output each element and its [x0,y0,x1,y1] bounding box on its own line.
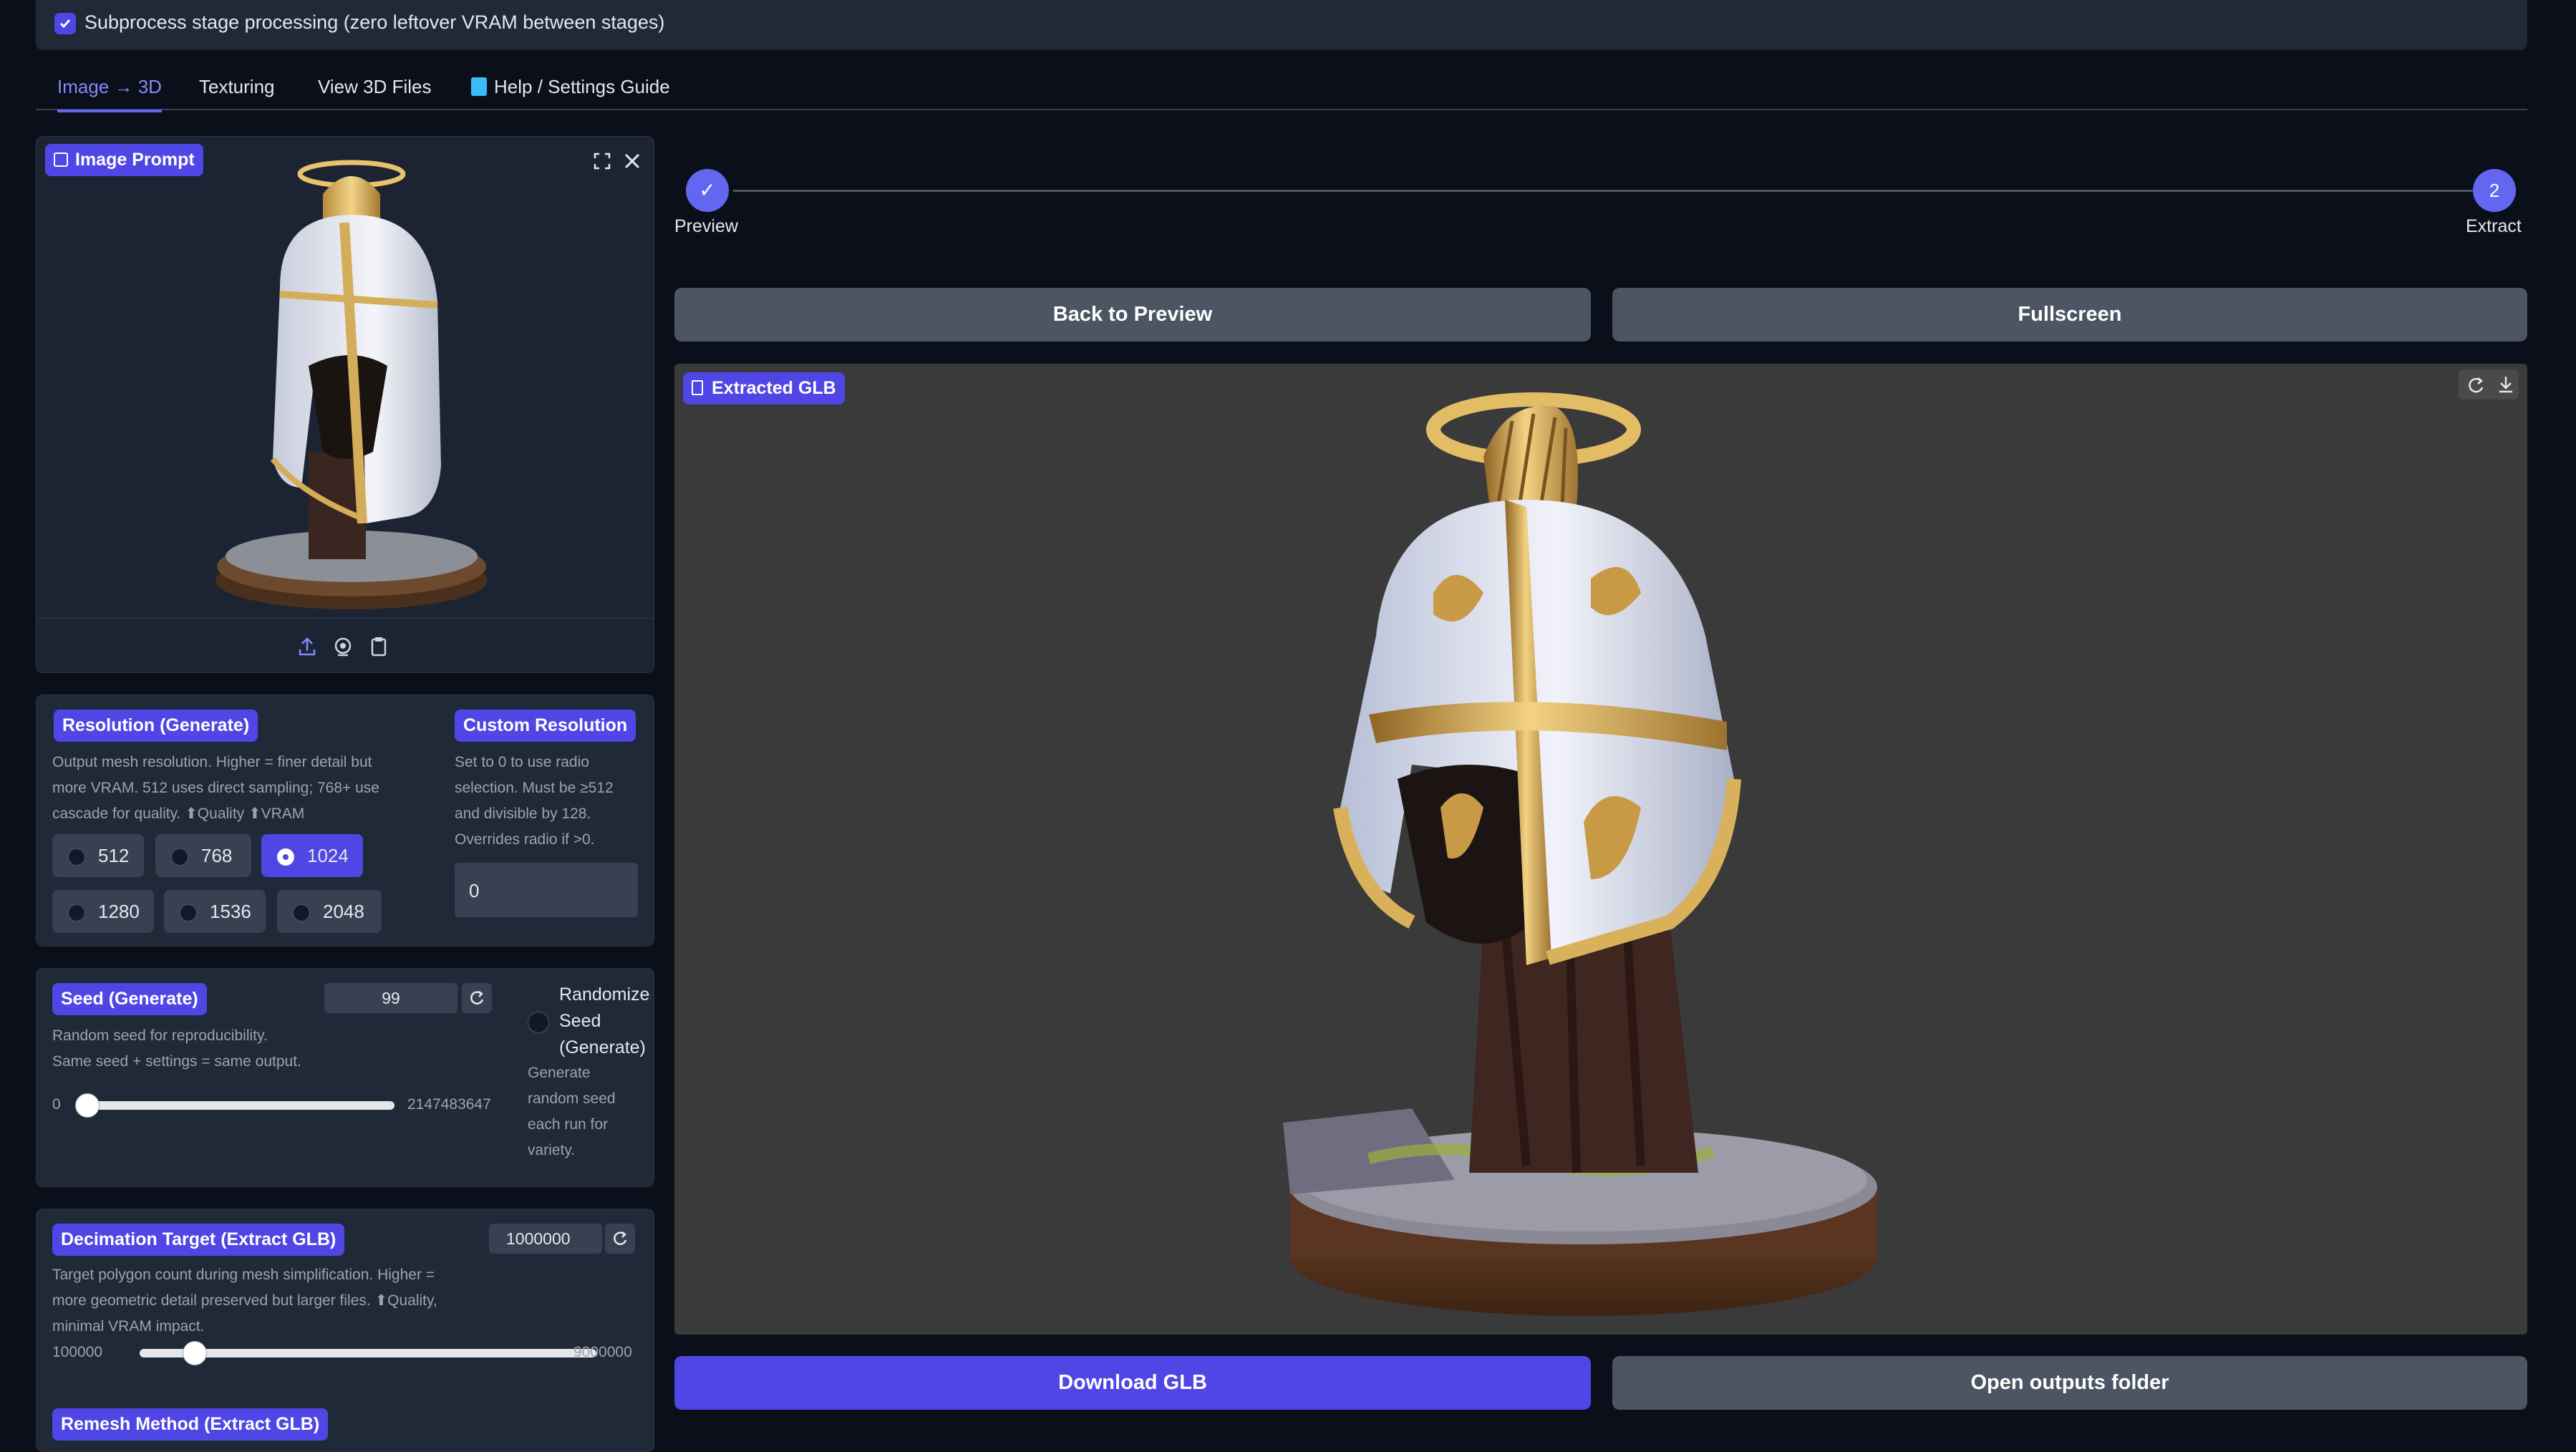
seed-slider-track[interactable] [75,1101,394,1110]
extracted-glb-badge: Extracted GLB [683,372,845,405]
decimation-panel: Decimation Target (Extract GLB) 1000000 … [36,1209,654,1452]
subprocess-checkbox[interactable] [54,13,76,34]
image-prompt-badge: Image Prompt [45,144,203,176]
radio-1280[interactable]: 1280 [52,890,154,933]
randomize-seed-label[interactable]: Randomize Seed (Generate) [559,982,649,1061]
fullscreen-button[interactable]: Fullscreen [1612,288,2527,342]
randomize-seed-description: Generate random seed each run for variety. [528,1065,616,1158]
glb-viewer[interactable]: Extracted GLB [674,364,2527,1335]
step-preview-label: Preview [674,216,738,236]
seed-description: Random seed for reproducibility. Same see… [52,1027,301,1070]
decimation-description: Target polygon count during mesh simplif… [52,1267,437,1335]
decimation-min-label: 100000 [52,1344,103,1360]
close-icon[interactable] [618,147,647,175]
tab-bar: Image → 3D Texturing View 3D Files Help … [36,69,2527,112]
seed-badge: Seed (Generate) [52,983,207,1015]
tab-label: View 3D Files [318,76,432,97]
extracted-glb-label: Extracted GLB [712,378,836,398]
divider [37,618,654,619]
tab-label: Texturing [199,76,275,97]
check-icon [59,19,71,29]
subprocess-bar: Subprocess stage processing (zero leftov… [36,0,2527,50]
resolution-description: Output mesh resolution. Higher = finer d… [52,754,379,822]
seed-input[interactable]: 99 [324,983,457,1013]
step-preview-marker[interactable]: ✓ [686,169,729,212]
reset-icon [614,1231,627,1245]
step-extract-label: Extract [2466,216,2522,236]
webcam-icon[interactable] [329,632,357,661]
image-prompt-label: Image Prompt [75,150,195,170]
image-icon [54,153,68,167]
download-glb-button[interactable]: Download GLB [674,1356,1591,1410]
decimation-max-label: 9000000 [573,1344,632,1360]
seed-max-label: 2147483647 [407,1096,491,1113]
seed-min-label: 0 [52,1096,61,1113]
radio-1024[interactable]: 1024 [261,834,363,877]
reset-icon [470,991,484,1005]
tab-label: Help / Settings Guide [494,76,670,97]
helmet-3d-model [1283,392,1877,1316]
seed-slider-thumb[interactable] [75,1093,100,1118]
step-extract-marker[interactable]: 2 [2473,169,2516,212]
upload-icon[interactable] [293,632,321,661]
book-icon [471,77,487,96]
decimation-badge: Decimation Target (Extract GLB) [52,1224,345,1256]
helmet-image [216,160,488,609]
open-outputs-folder-button[interactable]: Open outputs folder [1612,1356,2527,1410]
image-prompt-panel: Image Prompt [36,136,654,673]
decimation-reset-button[interactable] [605,1224,635,1254]
download-icon[interactable] [2492,370,2520,399]
back-to-preview-button[interactable]: Back to Preview [674,288,1591,342]
tab-label: Image → 3D [57,76,162,97]
tab-image-to-3d[interactable]: Image → 3D [57,76,162,112]
custom-resolution-input[interactable]: 0 [455,863,638,917]
reset-view-icon[interactable] [2461,370,2490,399]
resolution-panel: Resolution (Generate) Output mesh resolu… [36,694,654,947]
decimation-input[interactable]: 1000000 [489,1224,602,1254]
tab-texturing[interactable]: Texturing [199,76,275,110]
seed-reset-button[interactable] [462,983,492,1013]
decimation-slider-track[interactable] [140,1349,596,1357]
seed-panel: Seed (Generate) 99 Random seed for repro… [36,968,654,1187]
tab-help-guide[interactable]: Help / Settings Guide [471,76,670,110]
tab-view-3d-files[interactable]: View 3D Files [318,76,431,110]
file-icon [692,380,703,395]
radio-768[interactable]: 768 [155,834,251,877]
resolution-badge: Resolution (Generate) [54,710,258,742]
radio-1536[interactable]: 1536 [164,890,266,933]
stepper-line [733,190,2494,192]
clipboard-icon[interactable] [364,632,393,661]
custom-resolution-badge: Custom Resolution [455,710,636,742]
radio-2048[interactable]: 2048 [277,890,382,933]
subprocess-label[interactable]: Subprocess stage processing (zero leftov… [84,11,664,34]
decimation-slider-thumb[interactable] [183,1341,208,1365]
custom-resolution-description: Set to 0 to use radio selection. Must be … [455,754,614,848]
expand-icon[interactable] [588,147,616,175]
radio-512[interactable]: 512 [52,834,144,877]
randomize-seed-checkbox[interactable] [528,1012,549,1033]
remesh-badge: Remesh Method (Extract GLB) [52,1408,329,1441]
